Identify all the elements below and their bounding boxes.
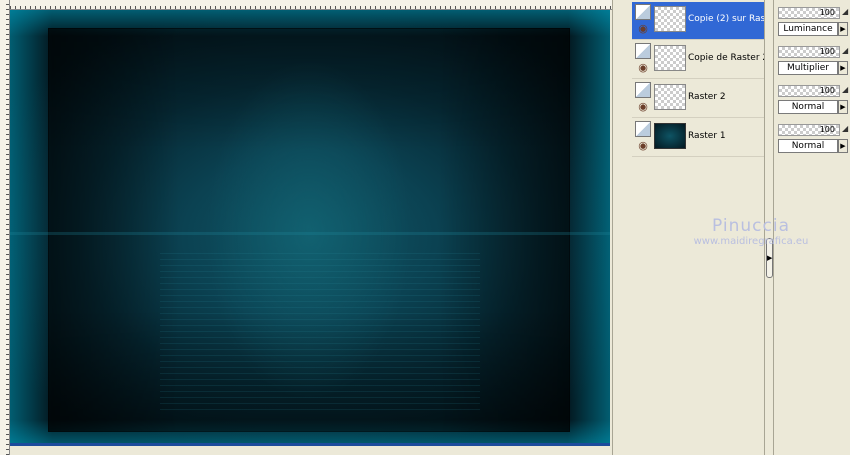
layer-name: Raster 1 bbox=[688, 131, 726, 141]
watermark-url: www.maidiregrafica.eu bbox=[693, 236, 809, 247]
layer-row[interactable]: ◉ Raster 1 bbox=[632, 119, 768, 157]
panel-separator bbox=[612, 0, 620, 455]
opacity-slider[interactable]: 100 bbox=[778, 7, 840, 19]
layer-type-icon bbox=[635, 43, 651, 59]
layer-name: Copie (2) sur Raster bbox=[688, 14, 768, 24]
watermark-name: Pinuccia bbox=[712, 216, 790, 236]
canvas-horizontal-line bbox=[10, 232, 610, 235]
opacity-arrow-icon[interactable]: ◢ bbox=[842, 7, 848, 16]
layer-properties: 100 ◢ Normal ▶ bbox=[776, 117, 850, 155]
image-canvas[interactable] bbox=[10, 10, 610, 446]
horizontal-ruler bbox=[0, 0, 612, 10]
opacity-slider[interactable]: 100 bbox=[778, 85, 840, 97]
layer-type-icon bbox=[635, 4, 651, 20]
opacity-arrow-icon[interactable]: ◢ bbox=[842, 124, 848, 133]
dropdown-arrow-icon[interactable]: ▶ bbox=[838, 22, 848, 36]
blend-mode-select[interactable]: Luminance bbox=[778, 22, 838, 36]
watermark: Pinuccia www.maidiregrafica.eu bbox=[686, 216, 816, 247]
layer-thumbnail bbox=[654, 6, 686, 32]
opacity-arrow-icon[interactable]: ◢ bbox=[842, 85, 848, 94]
blend-mode-select[interactable]: Multiplier bbox=[778, 61, 838, 75]
opacity-slider[interactable]: 100 bbox=[778, 46, 840, 58]
layer-properties: 100 ◢ Normal ▶ bbox=[776, 78, 850, 116]
layer-row[interactable]: ◉ Raster 2 bbox=[632, 80, 768, 118]
layer-name: Raster 2 bbox=[688, 92, 726, 102]
layer-thumbnail bbox=[654, 84, 686, 110]
blend-mode-select[interactable]: Normal bbox=[778, 139, 838, 153]
layer-row[interactable]: ◉ Copie de Raster 2 bbox=[632, 41, 768, 79]
eye-icon[interactable]: ◉ bbox=[635, 101, 651, 113]
blend-mode-select[interactable]: Normal bbox=[778, 100, 838, 114]
layer-row[interactable]: ◉ Copie (2) sur Raster bbox=[632, 2, 768, 40]
canvas-stripes bbox=[160, 250, 480, 410]
opacity-slider[interactable]: 100 bbox=[778, 124, 840, 136]
eye-icon[interactable]: ◉ bbox=[635, 140, 651, 152]
layer-properties: 100 ◢ Multiplier ▶ bbox=[776, 39, 850, 77]
expand-arrow-icon[interactable]: ▶ bbox=[767, 254, 772, 262]
layer-thumbnail bbox=[654, 123, 686, 149]
dropdown-arrow-icon[interactable]: ▶ bbox=[838, 61, 848, 75]
layer-properties: 100 ◢ Luminance ▶ bbox=[776, 0, 850, 38]
dropdown-arrow-icon[interactable]: ▶ bbox=[838, 100, 848, 114]
canvas-bottom-border bbox=[10, 443, 610, 446]
layer-type-icon bbox=[635, 121, 651, 137]
layer-thumbnail bbox=[654, 45, 686, 71]
eye-icon[interactable]: ◉ bbox=[635, 23, 651, 35]
layer-name: Copie de Raster 2 bbox=[688, 53, 768, 63]
layer-type-icon bbox=[635, 82, 651, 98]
opacity-arrow-icon[interactable]: ◢ bbox=[842, 46, 848, 55]
vertical-ruler bbox=[0, 0, 10, 455]
eye-icon[interactable]: ◉ bbox=[635, 62, 651, 74]
app-window: ◉ Copie (2) sur Raster ◉ Copie de Raster… bbox=[0, 0, 850, 455]
dropdown-arrow-icon[interactable]: ▶ bbox=[838, 139, 848, 153]
